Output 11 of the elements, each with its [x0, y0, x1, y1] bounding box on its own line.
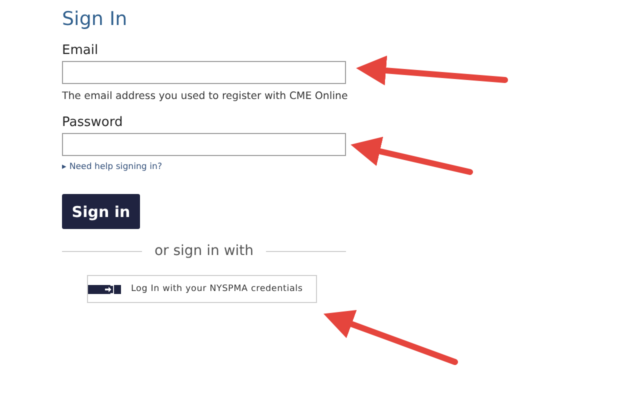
email-field[interactable]: [62, 61, 346, 84]
divider-text: or sign in with: [154, 243, 254, 259]
sign-in-button[interactable]: Sign in: [62, 194, 140, 229]
page-title: Sign In: [62, 7, 128, 32]
email-label: Email: [62, 43, 100, 59]
password-label: Password: [62, 115, 124, 131]
password-field[interactable]: [62, 133, 346, 156]
help-link[interactable]: ▸ Need help signing in?: [62, 162, 162, 172]
login-icon: [105, 284, 114, 294]
email-hint: The email address you used to register with CME Online: [62, 90, 348, 104]
nyspma-login-button[interactable]: Log In with your NYSPMA credentials: [87, 275, 317, 303]
